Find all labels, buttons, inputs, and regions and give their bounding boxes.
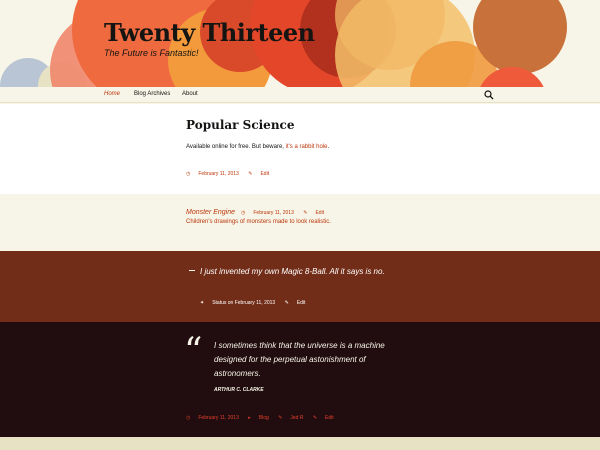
aside-title[interactable]: Monster Engine	[186, 209, 235, 216]
search-icon[interactable]	[484, 90, 494, 100]
site-header: Twenty Thirteen The Future is Fantastic!	[0, 0, 600, 87]
pin-icon: ✦	[200, 300, 205, 306]
site-description: The Future is Fantastic!	[104, 48, 199, 58]
edit-link[interactable]: Edit	[260, 171, 269, 177]
author-link[interactable]: Jed R	[290, 415, 303, 421]
aside-meta: ◷ February 11, 2013 ✎ Edit	[241, 210, 332, 216]
post-meta: ◷ February 11, 2013 ✎ Edit	[186, 171, 277, 177]
quote-author: ARTHUR C. CLARKE	[214, 387, 264, 393]
edit-link[interactable]: Edit	[297, 300, 306, 306]
edit-link[interactable]: Edit	[315, 210, 324, 216]
main-navigation: Home Blog Archives About	[0, 87, 600, 103]
tag-icon: ✎	[278, 415, 283, 421]
pencil-icon: ✎	[312, 415, 318, 421]
aside-date[interactable]: February 11, 2013	[253, 210, 294, 216]
post-title[interactable]: Popular Science	[186, 118, 295, 132]
post-aside: Monster Engine ◷ February 11, 2013 ✎ Edit …	[0, 194, 600, 251]
pencil-icon: ✎	[303, 210, 308, 216]
pencil-icon: ✎	[248, 171, 253, 177]
status-dash	[189, 270, 195, 271]
clock-icon: ◷	[241, 210, 246, 216]
quote-meta: ◷ February 11, 2013 ▸ Blog ✎ Jed R ✎ Edit	[186, 415, 342, 421]
post-text-end: .	[327, 144, 330, 150]
post-status: I just invented my own Magic 8-Ball. All…	[0, 251, 600, 322]
clock-icon: ◷	[186, 171, 191, 177]
quote-date[interactable]: February 11, 2013	[198, 415, 239, 421]
pencil-icon: ✎	[284, 300, 289, 306]
clock-icon: ◷	[186, 415, 191, 421]
post-text: Available online for free. But beware,	[186, 144, 286, 150]
status-date[interactable]: Status on February 11, 2013	[212, 300, 275, 306]
category-link[interactable]: Blog	[259, 415, 269, 421]
aside-description: Children's drawings of monsters made to …	[186, 219, 331, 225]
post-link: Popular Science Available online for fre…	[0, 104, 600, 194]
edit-link[interactable]: Edit	[325, 415, 334, 421]
rabbit-hole-link[interactable]: it's a rabbit hole	[286, 144, 328, 150]
post-quote: “ I sometimes think that the universe is…	[0, 322, 600, 437]
footer-strip	[0, 437, 600, 450]
post-content: Available online for free. But beware, i…	[186, 144, 329, 150]
nav-blog-archives[interactable]: Blog Archives	[134, 91, 170, 97]
nav-home[interactable]: Home	[104, 91, 120, 97]
site-title[interactable]: Twenty Thirteen	[104, 18, 315, 47]
post-date[interactable]: February 11, 2013	[198, 171, 239, 177]
quote-text: I sometimes think that the universe is a…	[214, 341, 385, 378]
folder-icon: ▸	[248, 415, 251, 421]
quote-mark: “	[184, 331, 203, 372]
nav-about[interactable]: About	[182, 91, 198, 97]
status-text: I just invented my own Magic 8-Ball. All…	[200, 267, 385, 276]
status-meta: ✦ Status on February 11, 2013 ✎ Edit	[200, 300, 313, 306]
